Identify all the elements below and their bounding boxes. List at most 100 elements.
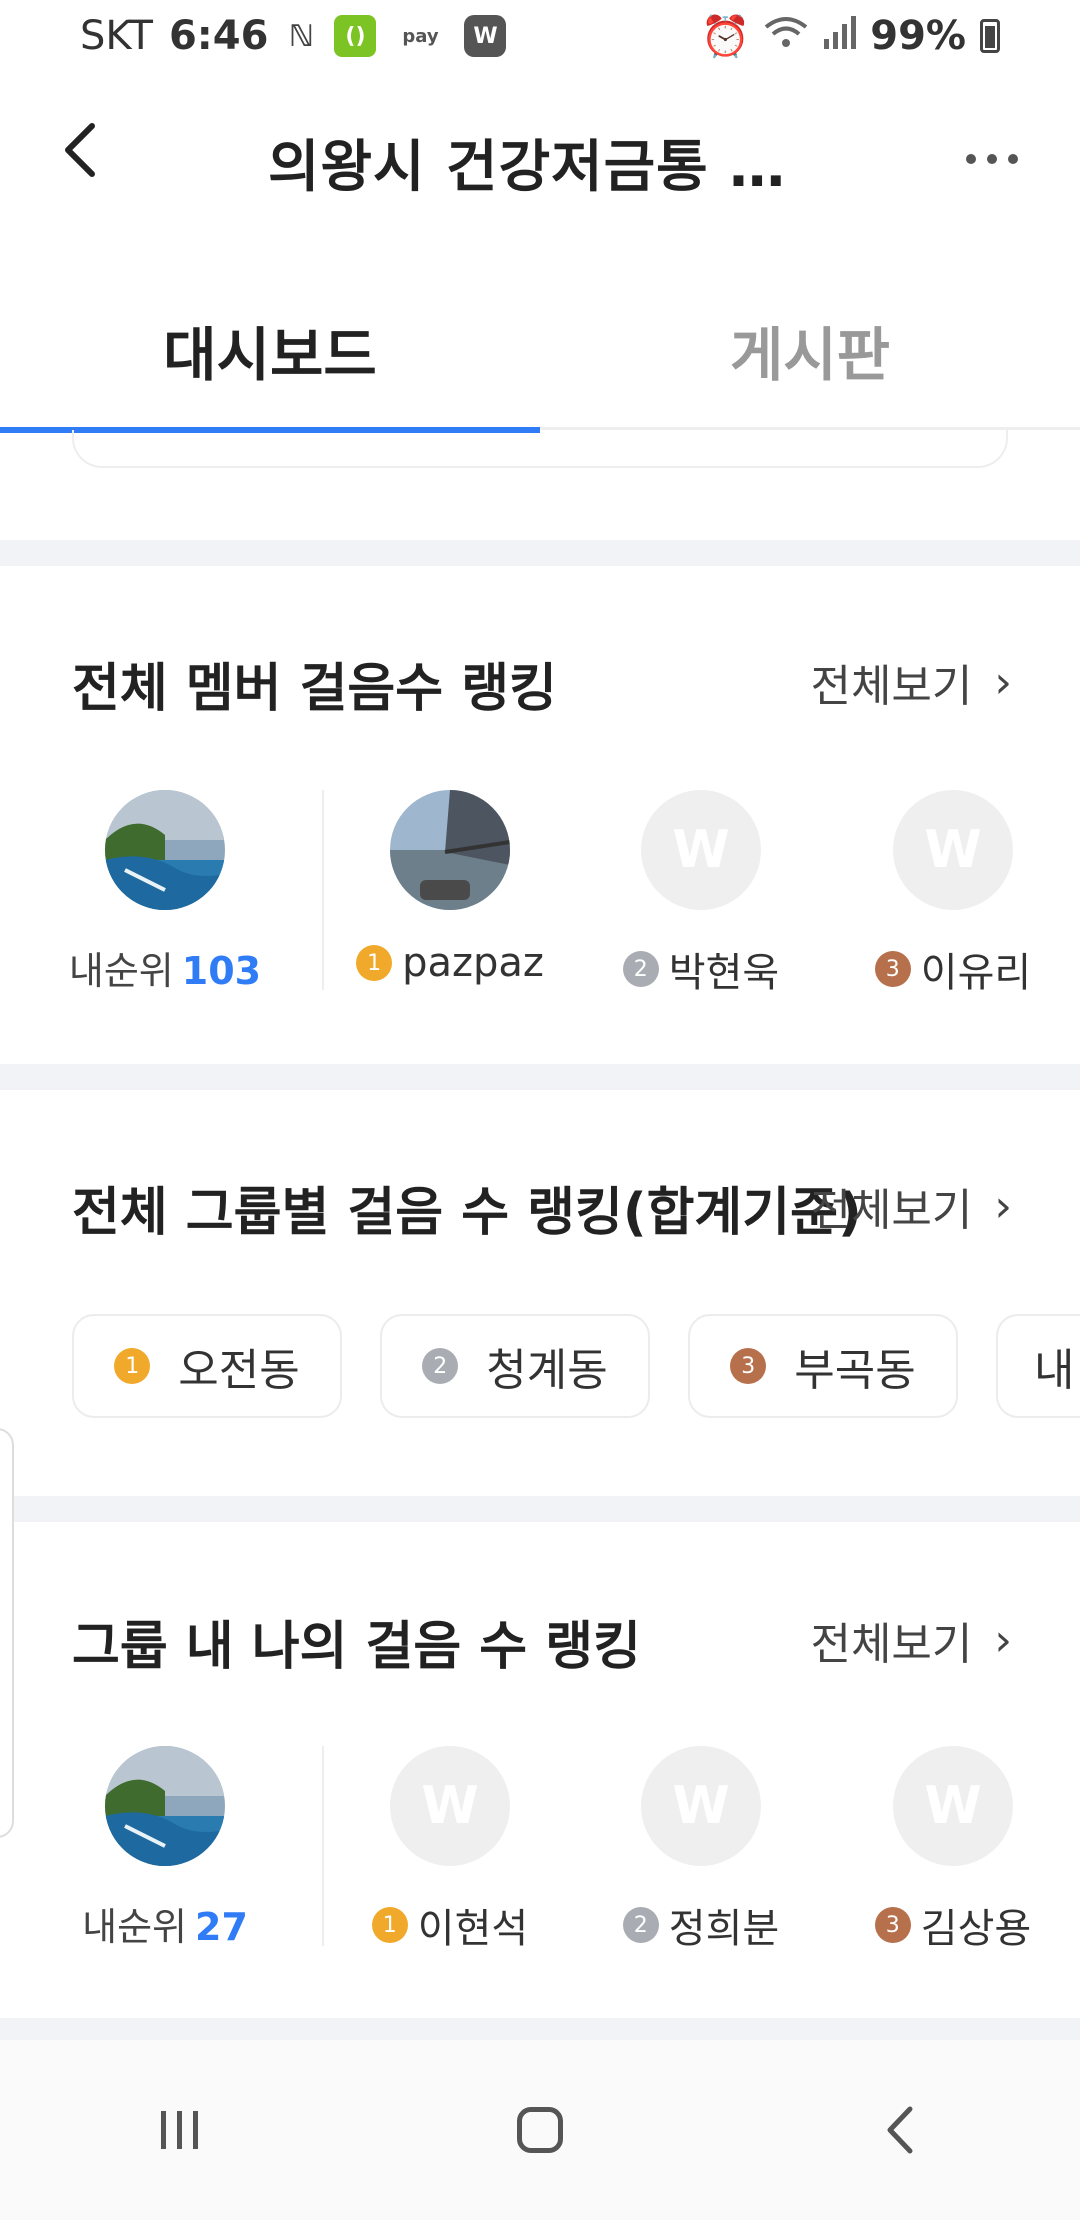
member-name: 이현석 [417, 1906, 529, 1952]
member-ranking-row: 내순위 103 1 pazpaz W 2 박현욱 W 3 이유리 [0, 790, 1080, 1010]
status-right: ⏰ 99% [700, 13, 1000, 60]
default-avatar-icon: W [893, 1746, 1013, 1866]
silver-medal-icon: 2 [622, 1907, 659, 1943]
my-rank[interactable]: 내순위 27 [60, 1746, 270, 1951]
section-divider [0, 1496, 1080, 1522]
more-button[interactable] [964, 120, 1020, 178]
signal-icon [822, 13, 857, 59]
default-avatar-icon: W [893, 790, 1013, 910]
member-label: 3 이유리 [838, 940, 1068, 998]
edge-panel-handle[interactable] [0, 1428, 14, 1838]
my-avatar [105, 790, 225, 910]
group-name: 청계동 [486, 1345, 608, 1396]
my-rank[interactable]: 내순위 103 [60, 790, 270, 995]
battery-level: 99% [870, 13, 966, 59]
rank-member-2[interactable]: W 2 정희분 [586, 1746, 816, 1954]
member-ranking-see-all[interactable]: 전체보기 › [810, 650, 1012, 714]
app-header: 의왕시 건강저금통 … [0, 80, 1080, 230]
pay-icon: pay [392, 15, 448, 57]
w-app-icon: W [464, 15, 507, 57]
partial-card [72, 430, 1008, 468]
gold-medal-icon: 1 [371, 1907, 408, 1943]
member-ranking-title: 전체 멤버 걸음수 랭킹 [72, 659, 557, 719]
group-ranking-see-all[interactable]: 전체보기 › [810, 1174, 1012, 1238]
group-chip-1[interactable]: 1 오전동 [72, 1314, 342, 1418]
nav-back-button[interactable] [840, 2070, 960, 2190]
my-rank-number: 103 [181, 949, 262, 993]
member-label: 2 박현욱 [586, 940, 816, 998]
in-group-ranking-row: 내순위 27 W 1 이현석 W 2 정희분 W 3 김상용 [0, 1746, 1080, 1966]
my-rank-label: 내순위 103 [60, 940, 270, 995]
tab-bar: 대시보드 게시판 [0, 270, 1080, 433]
nfc-icon: ℕ [288, 18, 314, 54]
bronze-medal-icon: 3 [874, 951, 911, 987]
pay-label: pay [402, 25, 439, 47]
in-group-ranking-title: 그룹 내 나의 걸음 수 랭킹 [72, 1617, 641, 1677]
my-rank-text: 내순위 [82, 1905, 187, 1949]
group-name: 내 [1034, 1345, 1075, 1396]
see-all-label: 전체보기 [810, 1619, 973, 1670]
section-divider [0, 1064, 1080, 1090]
member-label: 2 정희분 [586, 1896, 816, 1954]
rank-member-3[interactable]: W 3 김상용 [838, 1746, 1068, 1954]
group-chip-3[interactable]: 3 부곡동 [688, 1314, 958, 1418]
rank-separator [322, 790, 324, 990]
my-rank-number: 27 [195, 1905, 248, 1949]
member-label: 3 김상용 [838, 1896, 1068, 1954]
rank-member-1[interactable]: 1 pazpaz [335, 790, 565, 986]
system-nav-bar [0, 2040, 1080, 2220]
group-chip-4[interactable]: 내 [996, 1314, 1080, 1418]
alarm-icon: ⏰ [700, 13, 751, 60]
tab-dashboard[interactable]: 대시보드 [0, 270, 540, 433]
rank-separator [322, 1746, 324, 1946]
home-button[interactable] [480, 2070, 600, 2190]
back-button[interactable] [60, 120, 120, 190]
silver-medal-icon: 2 [622, 951, 659, 987]
chevron-right-icon: › [994, 1614, 1012, 1666]
member-name: pazpaz [402, 940, 544, 986]
battery-icon [980, 19, 1000, 53]
my-rank-text: 내순위 [68, 949, 174, 993]
in-group-ranking-see-all[interactable]: 전체보기 › [810, 1608, 1012, 1672]
tab-board[interactable]: 게시판 [540, 270, 1080, 430]
status-bar: SKT 6:46 ℕ () pay W ⏰ 99% [0, 0, 1080, 72]
back-arrow-icon [65, 123, 95, 177]
see-all-label: 전체보기 [810, 661, 973, 712]
member-label: 1 이현석 [335, 1896, 565, 1954]
default-avatar-icon: W [641, 1746, 761, 1866]
page-title: 의왕시 건강저금통 … [268, 135, 787, 200]
member-name: 이유리 [920, 950, 1032, 996]
status-left: SKT 6:46 ℕ () pay W [80, 13, 507, 59]
member-avatar-photo [390, 790, 510, 910]
member-label: 1 pazpaz [335, 940, 565, 986]
chevron-right-icon: › [994, 1180, 1012, 1232]
member-name: 정희분 [668, 1906, 780, 1952]
default-avatar-icon: W [641, 790, 761, 910]
bronze-medal-icon: 3 [730, 1348, 767, 1384]
recent-apps-button[interactable] [120, 2070, 240, 2190]
silver-medal-icon: 2 [422, 1348, 459, 1384]
gold-medal-icon: 1 [356, 945, 393, 981]
nav-back-icon [887, 2106, 913, 2154]
clock: 6:46 [168, 13, 269, 59]
wifi-icon [764, 13, 808, 59]
carrier-label: SKT [80, 13, 153, 59]
opinion-icon: () [334, 15, 377, 57]
rank-member-3[interactable]: W 3 이유리 [838, 790, 1068, 998]
gold-medal-icon: 1 [114, 1348, 151, 1384]
more-icon [966, 154, 1018, 164]
recent-apps-icon [161, 2111, 198, 2149]
my-rank-label: 내순위 27 [60, 1896, 270, 1951]
rank-member-2[interactable]: W 2 박현욱 [586, 790, 816, 998]
member-name: 김상용 [920, 1906, 1032, 1952]
member-name: 박현욱 [668, 950, 780, 996]
group-ranking-title: 전체 그룹별 걸음 수 랭킹(합계기준) [72, 1183, 862, 1243]
bronze-medal-icon: 3 [874, 1907, 911, 1943]
group-name: 오전동 [178, 1345, 300, 1396]
my-avatar [105, 1746, 225, 1866]
home-icon [517, 2107, 563, 2153]
rank-member-1[interactable]: W 1 이현석 [335, 1746, 565, 1954]
see-all-label: 전체보기 [810, 1185, 973, 1236]
chevron-right-icon: › [994, 656, 1012, 708]
group-chip-2[interactable]: 2 청계동 [380, 1314, 650, 1418]
